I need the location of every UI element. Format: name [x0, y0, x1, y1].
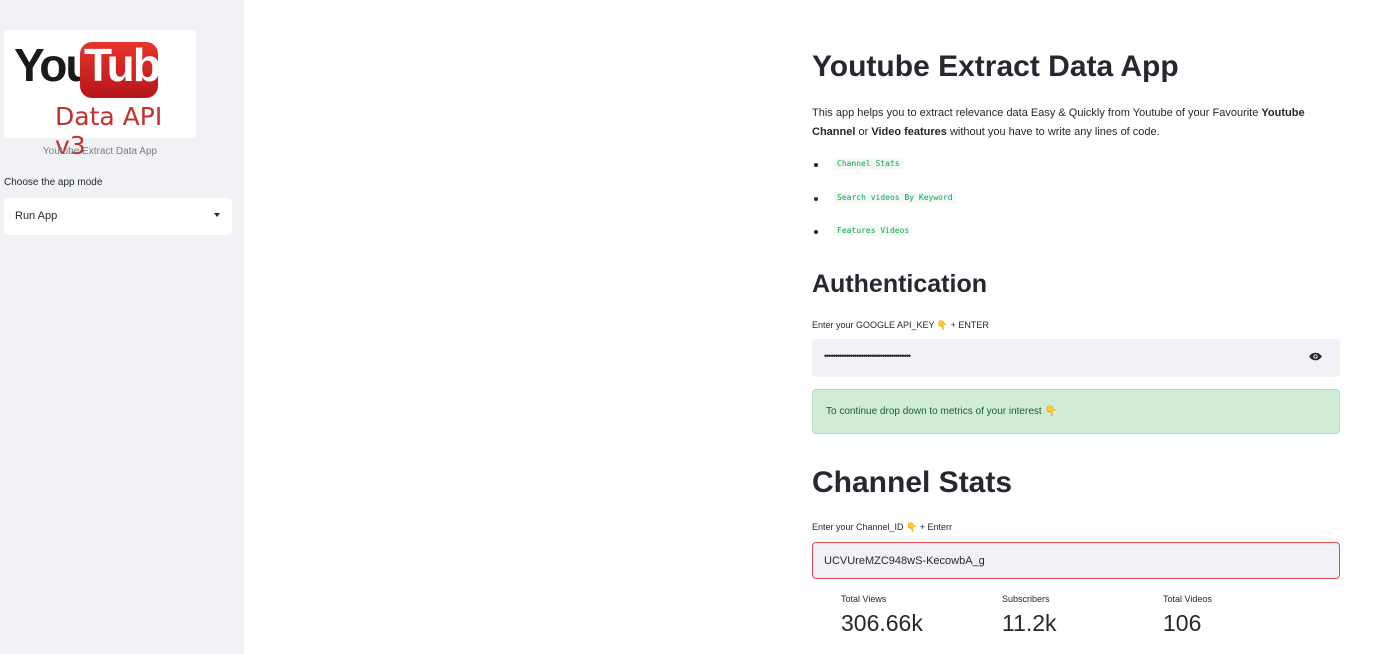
metric-total-videos: Total Videos 106: [1163, 594, 1313, 637]
channel-id-label: Enter your Channel_ID 👇 + Enterr: [812, 522, 953, 532]
feature-search-videos: Search videos By Keyword: [834, 192, 956, 203]
metric-subscribers: Subscribers 11.2k: [1002, 594, 1152, 637]
metric-value: 306.66k: [841, 610, 923, 636]
list-item: Channel Stats: [812, 156, 1112, 176]
metric-label: Total Videos: [1163, 594, 1212, 604]
app-mode-label: Choose the app mode: [4, 177, 103, 188]
authentication-heading: Authentication: [812, 270, 987, 298]
chevron-down-icon: [214, 213, 220, 217]
youtube-logo: You Tube Data API v3: [4, 30, 196, 160]
sidebar: You Tube Data API v3 Youtube Extract Dat…: [0, 0, 244, 654]
intro-bold-video-features: Video features: [871, 126, 947, 138]
alert-text: To continue drop down to metrics of your…: [826, 406, 1057, 417]
app-root: You Tube Data API v3 Youtube Extract Dat…: [0, 0, 1381, 654]
bullet-icon: [814, 163, 818, 167]
intro-part-3: without you have to write any lines of c…: [946, 126, 1160, 138]
metric-value: 106: [1163, 610, 1202, 636]
success-alert: To continue drop down to metrics of your…: [812, 389, 1340, 434]
logo-word-tube: Tube: [84, 39, 184, 91]
metric-total-views: Total Views 306.66k: [841, 594, 991, 637]
api-key-input[interactable]: ••••••••••••••••••••••••••••••••••••••••: [812, 339, 1340, 377]
bullet-icon: [814, 197, 818, 201]
list-item: Features Videos: [812, 223, 1112, 243]
intro-text: This app helps you to extract relevance …: [812, 104, 1340, 142]
metric-value: 11.2k: [1002, 610, 1057, 636]
channel-stats-heading: Channel Stats: [812, 466, 1013, 499]
app-mode-select[interactable]: Run App: [4, 198, 232, 235]
list-item: Search videos By Keyword: [812, 190, 1112, 210]
bullet-icon: [814, 230, 818, 234]
feature-channel-stats: Channel Stats: [834, 158, 903, 169]
eye-icon[interactable]: [1309, 352, 1322, 361]
metric-label: Total Views: [841, 594, 887, 604]
channel-id-input[interactable]: UCVUreMZC948wS-KecowbA_g: [812, 542, 1340, 579]
api-key-masked-value: ••••••••••••••••••••••••••••••••••••••••: [824, 351, 911, 361]
page-title: Youtube Extract Data App: [812, 50, 1179, 83]
metric-label: Subscribers: [1002, 594, 1050, 604]
logo-caption: Youtube Extract Data App: [42, 146, 158, 157]
channel-id-value: UCVUreMZC948wS-KecowbA_g: [824, 555, 985, 567]
app-mode-value: Run App: [15, 210, 58, 222]
intro-part-1: This app helps you to extract relevance …: [812, 107, 1262, 119]
api-key-label: Enter your GOOGLE API_KEY 👇 + ENTER: [812, 320, 989, 330]
feature-features-videos: Features Videos: [834, 225, 913, 236]
intro-part-2: or: [855, 126, 872, 138]
